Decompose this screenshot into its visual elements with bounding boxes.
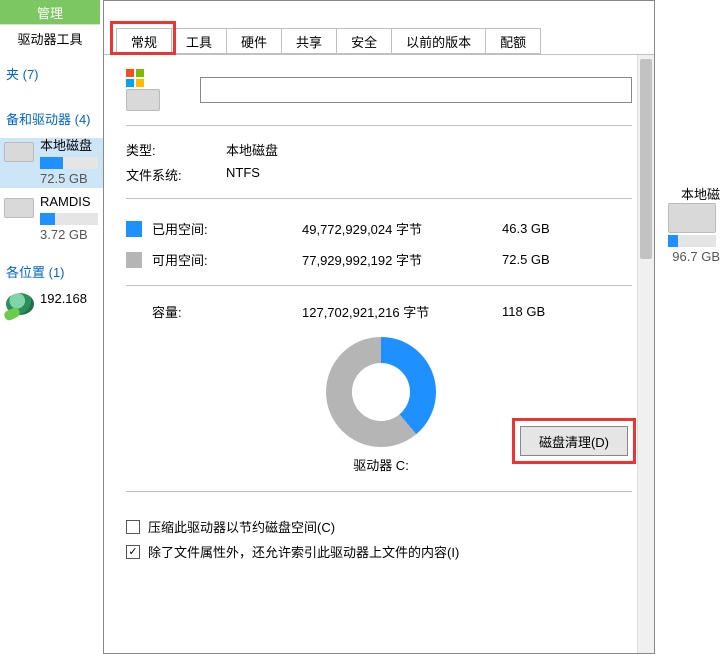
checkbox-icon [126,520,140,534]
drive-icon [668,203,716,233]
globe-icon [6,293,34,315]
tab-quota[interactable]: 配额 [485,28,541,54]
disk-cleanup-button[interactable]: 磁盘清理(D) [520,426,628,456]
usage-pie-chart [326,337,436,447]
windows-flag-icon [126,69,144,87]
swatch-free [126,252,142,268]
label-capacity: 容量: [152,296,302,327]
row-capacity: 容量: 127,702,921,216 字节 118 GB [126,296,632,327]
divider [126,285,632,286]
network-ip: 192.168 [40,291,103,308]
drive-icon [4,198,34,218]
tree-drive-ramdisk[interactable]: RAMDIS 3.72 GB [0,194,103,244]
capacity-bytes: 127,702,921,216 字节 [302,296,502,327]
tree-network-locations[interactable]: 各位置 (1) [0,258,103,285]
drive-icon [4,142,34,162]
tab-hardware[interactable]: 硬件 [226,28,282,54]
drive-size: 3.72 GB [40,227,103,244]
drive-size: 72.5 GB [40,171,103,188]
tree-devices[interactable]: 备和驱动器 (4) [0,105,103,132]
ribbon-tab-manage[interactable]: 管理 [0,0,100,24]
drive-name: RAMDIS [40,194,103,211]
divider [126,491,632,492]
row-free: 可用空间: 77,929,992,192 字节 72.5 GB [126,244,632,275]
used-gb: 46.3 GB [502,213,632,244]
free-gb: 72.5 GB [502,244,632,275]
tab-sharing[interactable]: 共享 [281,28,337,54]
tab-strip: 常规 工具 硬件 共享 安全 以前的版本 配额 [104,1,654,55]
used-bytes: 49,772,929,024 字节 [302,213,502,244]
divider [126,125,632,126]
tree-folders[interactable]: 夹 (7) [0,60,103,87]
value-filesystem: NTFS [226,165,632,184]
tree-network-item[interactable]: 192.168 [0,291,103,308]
tab-previous-versions[interactable]: 以前的版本 [391,28,486,54]
free-bytes: 77,929,992,192 字节 [302,244,502,275]
capacity-gb: 118 GB [502,296,632,327]
label-filesystem: 文件系统: [126,165,226,184]
swatch-used [126,221,142,237]
checkbox-icon: ✓ [126,545,140,559]
label-free: 可用空间: [152,244,302,275]
tree-drive-local[interactable]: 本地磁盘 72.5 GB [0,138,103,188]
drive-usage-bar [668,235,716,247]
checkbox-index[interactable]: ✓ 除了文件属性外，还允许索引此驱动器上文件的内容(I) [126,542,632,561]
properties-dialog: 常规 工具 硬件 共享 安全 以前的版本 配额 类型: 本地磁盘 文件系统: N… [103,0,655,654]
explorer-nav: 夹 (7) 备和驱动器 (4) 本地磁盘 72.5 GB RAMDIS 3.72… [0,60,103,654]
drive-usage-bar [40,213,98,225]
explorer-drive-right[interactable]: 本地磁 96.7 GB [662,180,722,264]
drive-usage-bar [40,157,98,169]
drive-letter-label: 驱动器 C: [326,455,436,474]
space-table: 已用空间: 49,772,929,024 字节 46.3 GB 可用空间: 77… [126,213,632,327]
scrollbar-thumb[interactable] [640,59,652,259]
drive-icon [126,89,160,111]
label-used: 已用空间: [152,213,302,244]
tab-security[interactable]: 安全 [336,28,392,54]
scrollbar[interactable] [637,55,654,653]
tab-tools[interactable]: 工具 [171,28,227,54]
row-used: 已用空间: 49,772,929,024 字节 46.3 GB [126,213,632,244]
checkbox-compress[interactable]: 压缩此驱动器以节约磁盘空间(C) [126,517,632,536]
drive-name: 本地磁 [662,184,722,203]
divider [126,198,632,199]
ribbon-tab-drive-tools[interactable]: 驱动器工具 [0,24,100,52]
volume-label-input[interactable] [200,77,632,103]
checkbox-label: 除了文件属性外，还允许索引此驱动器上文件的内容(I) [148,542,459,561]
checkbox-label: 压缩此驱动器以节约磁盘空间(C) [148,517,335,536]
value-type: 本地磁盘 [226,140,632,159]
tab-general[interactable]: 常规 [116,28,172,54]
drive-name: 本地磁盘 [40,138,103,155]
label-type: 类型: [126,140,226,159]
drive-size: 96.7 GB [662,249,722,264]
